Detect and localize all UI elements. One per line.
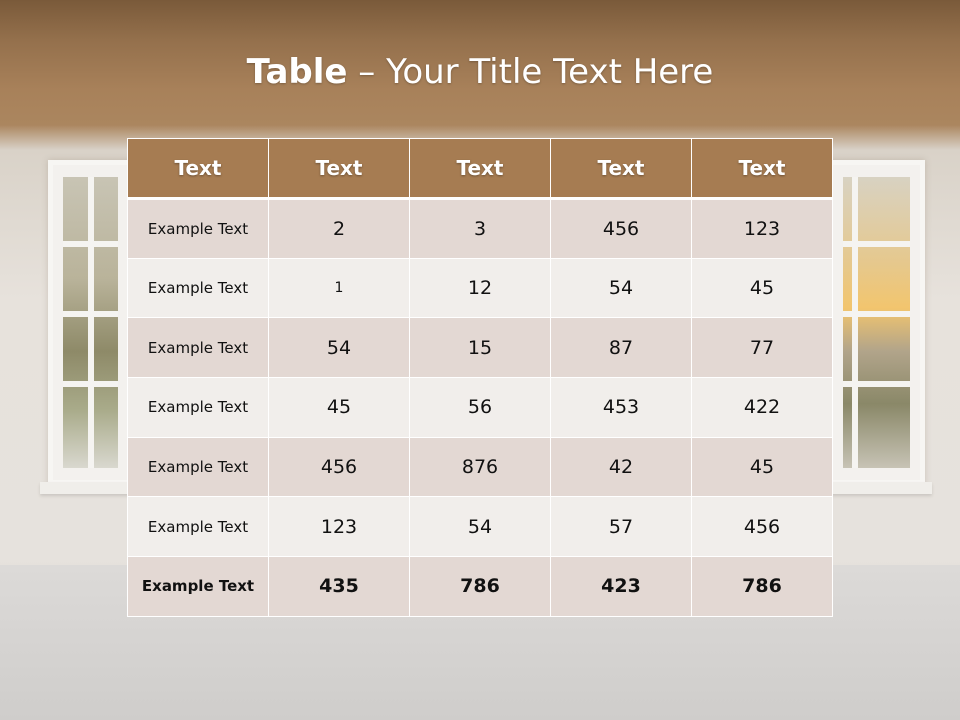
row-label: Example Text [127,556,269,617]
row-label: Example Text [127,377,269,438]
table-cell: 435 [268,556,410,617]
table-total-row: Example Text 435 786 423 786 [127,556,833,617]
column-header: Text [691,138,833,200]
table-cell: 54 [268,317,410,379]
table-cell: 456 [268,436,410,498]
table-cell: 456 [691,496,833,558]
left-window-image [48,160,133,485]
right-window-sill [820,482,932,494]
table-row: Example Text 45 56 453 422 [127,377,833,438]
table-cell: 123 [268,496,410,558]
table-row: Example Text 123 54 57 456 [127,496,833,558]
table-cell: 422 [691,377,833,438]
table-cell: 453 [550,377,692,438]
table-cell: 77 [691,317,833,379]
table-cell: 45 [691,436,833,498]
column-header: Text [409,138,551,200]
table-cell: 423 [550,556,692,617]
row-label: Example Text [127,257,269,319]
right-window-image [828,160,925,485]
table-cell: 786 [691,556,833,617]
column-header: Text [268,138,410,200]
table-cell: 45 [691,257,833,319]
table-cell: 56 [409,377,551,438]
table-cell: 786 [409,556,551,617]
column-header: Text [550,138,692,200]
table-cell: 3 [409,198,551,259]
table-cell: 1 [268,257,410,319]
row-label: Example Text [127,496,269,558]
data-table: Text Text Text Text Text Example Text 2 … [127,138,833,617]
table-cell: 12 [409,257,551,319]
table-cell: 42 [550,436,692,498]
table-cell: 15 [409,317,551,379]
table-row: Example Text 2 3 456 123 [127,198,833,259]
slide-title-rest: – Your Title Text Here [347,52,714,92]
table-cell: 54 [409,496,551,558]
table-row: Example Text 456 876 42 45 [127,436,833,498]
column-header: Text [127,138,269,200]
row-label: Example Text [127,198,269,259]
slide-title-bold: Table [246,52,348,92]
slide-title: Table – Your Title Text Here [0,52,960,92]
table-cell: 54 [550,257,692,319]
table-cell: 87 [550,317,692,379]
table-cell: 2 [268,198,410,259]
table-row: Example Text 54 15 87 77 [127,317,833,379]
left-window-sill [40,482,140,494]
table-cell: 57 [550,496,692,558]
table-row: Example Text 1 12 54 45 [127,257,833,319]
row-label: Example Text [127,317,269,379]
table-cell: 123 [691,198,833,259]
row-label: Example Text [127,436,269,498]
table-header-row: Text Text Text Text Text [127,138,833,200]
table-cell: 876 [409,436,551,498]
table-cell: 456 [550,198,692,259]
table-cell: 45 [268,377,410,438]
